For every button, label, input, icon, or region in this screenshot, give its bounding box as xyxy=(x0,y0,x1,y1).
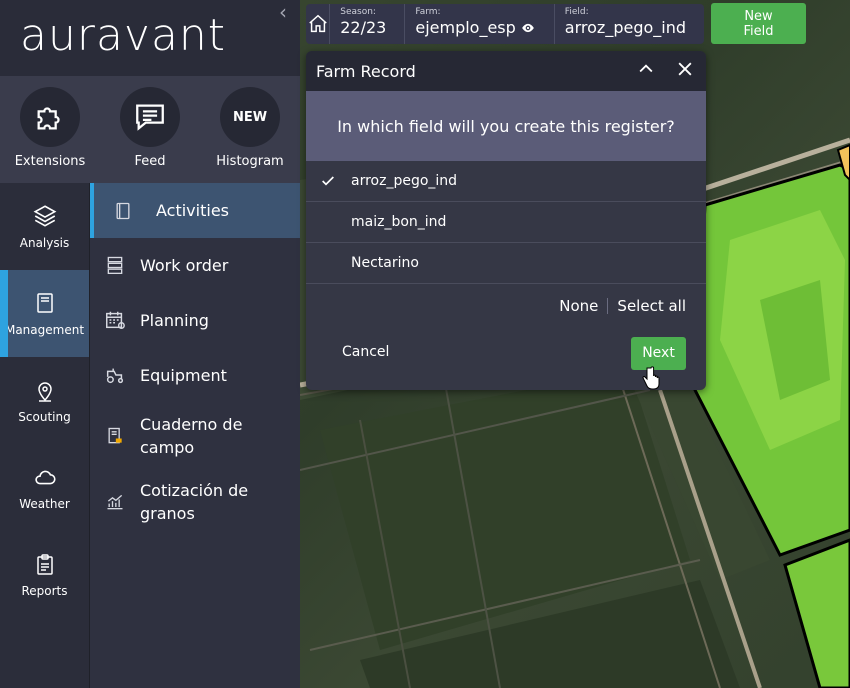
option-label: arroz_pego_ind xyxy=(351,173,458,189)
new-field-button[interactable]: New Field xyxy=(711,3,806,44)
submenu-label: Cotización de granos xyxy=(140,481,249,523)
chat-icon xyxy=(136,104,164,131)
rail-item-scouting[interactable]: Scouting xyxy=(0,357,89,444)
field-caption: Field: xyxy=(564,7,589,17)
submenu-label: Work order xyxy=(140,255,229,275)
submenu-item-work-order[interactable]: Work order xyxy=(90,240,300,290)
submenu-label: Planning xyxy=(140,310,209,330)
chevron-up-icon[interactable] xyxy=(636,59,656,79)
histogram-button[interactable]: NEW Histogram xyxy=(200,87,300,169)
clipboard-icon xyxy=(36,554,53,575)
extensions-button[interactable]: Extensions xyxy=(0,87,100,169)
submenu-label: Cuaderno de campo xyxy=(140,415,243,457)
new-field-line2: Field xyxy=(743,24,774,39)
submenu-item-activities[interactable]: Activities xyxy=(90,183,300,238)
farm-caption: Farm: xyxy=(415,7,441,17)
histogram-label: Histogram xyxy=(216,154,284,169)
select-none-link[interactable]: None xyxy=(559,297,598,315)
chart-icon xyxy=(107,494,123,510)
close-icon[interactable] xyxy=(675,59,695,79)
layers-icon xyxy=(33,205,56,227)
dialog-title: Farm Record xyxy=(316,61,416,81)
breadcrumb: Season: 22/23 Farm: ejemplo_esp Field: a… xyxy=(306,4,704,44)
app-logo: auravant xyxy=(20,10,227,61)
field-option-nectarino[interactable]: Nectarino xyxy=(306,243,706,284)
selection-controls: None Select all xyxy=(559,297,686,315)
submenu-item-equipment[interactable]: Equipment xyxy=(90,350,300,400)
tractor-icon xyxy=(106,368,124,384)
rail-item-reports[interactable]: Reports xyxy=(0,531,89,618)
logo-header: auravant ‹ xyxy=(0,0,300,76)
submenu-label: Equipment xyxy=(140,365,227,385)
season-value: 22/23 xyxy=(340,18,387,37)
quick-actions: Extensions Feed NEW Histogram xyxy=(0,76,300,183)
dialog-header: Farm Record xyxy=(306,51,706,91)
submenu-label: Activities xyxy=(156,201,229,220)
submenu-item-planning[interactable]: Planning xyxy=(90,295,300,345)
farm-value: ejemplo_esp xyxy=(415,18,516,37)
select-all-link[interactable]: Select all xyxy=(617,297,686,315)
home-button[interactable] xyxy=(306,4,329,44)
rail-item-management[interactable]: Management xyxy=(0,270,89,357)
hand-cursor-icon xyxy=(642,366,660,390)
feed-button[interactable]: Feed xyxy=(100,87,200,169)
feed-label: Feed xyxy=(134,154,166,169)
rail-label: Management xyxy=(4,323,85,337)
field-book-icon xyxy=(108,427,122,444)
check-icon xyxy=(322,176,334,186)
rail-label: Analysis xyxy=(19,236,70,250)
home-icon xyxy=(308,14,327,33)
new-field-line1: New xyxy=(744,9,773,24)
rail-label: Weather xyxy=(19,497,70,511)
cancel-button[interactable]: Cancel xyxy=(342,344,389,360)
submenu-item-cotizacion-de-granos[interactable]: Cotización de granos xyxy=(90,477,300,527)
book-icon xyxy=(116,202,130,219)
field-selector[interactable]: Field: arroz_pego_ind xyxy=(555,4,704,44)
notebook-icon xyxy=(36,293,53,313)
eye-icon[interactable] xyxy=(520,21,536,35)
field-option-arroz-pego-ind[interactable]: arroz_pego_ind xyxy=(306,161,706,202)
server-icon xyxy=(107,256,123,274)
extensions-label: Extensions xyxy=(14,154,86,169)
rail-item-analysis[interactable]: Analysis xyxy=(0,183,89,270)
field-option-maiz-bon-ind[interactable]: maiz_bon_ind xyxy=(306,202,706,243)
dialog-question: In which field will you create this regi… xyxy=(306,91,706,161)
cloud-icon xyxy=(34,470,56,485)
option-label: maiz_bon_ind xyxy=(351,214,447,230)
pin-icon xyxy=(37,382,52,402)
collapse-sidebar-icon[interactable]: ‹ xyxy=(279,0,287,24)
management-submenu: Activities Work order Planning Equipment… xyxy=(90,183,300,688)
left-rail: Analysis Management Scouting Weather Rep… xyxy=(0,183,89,688)
season-selector[interactable]: Season: 22/23 xyxy=(330,4,404,44)
option-label: Nectarino xyxy=(351,255,419,271)
calendar-icon xyxy=(106,311,125,329)
field-value: arroz_pego_ind xyxy=(564,18,686,37)
farm-record-dialog: Farm Record In which field will you crea… xyxy=(306,51,706,390)
farm-selector[interactable]: Farm: ejemplo_esp xyxy=(405,4,553,44)
rail-label: Scouting xyxy=(18,410,71,424)
new-badge: NEW xyxy=(232,109,268,125)
selection-divider xyxy=(607,298,609,314)
puzzle-icon xyxy=(37,107,60,130)
rail-item-weather[interactable]: Weather xyxy=(0,444,89,531)
rail-label: Reports xyxy=(21,584,68,598)
submenu-item-cuaderno-de-campo[interactable]: Cuaderno de campo xyxy=(90,411,300,461)
season-caption: Season: xyxy=(340,7,376,17)
